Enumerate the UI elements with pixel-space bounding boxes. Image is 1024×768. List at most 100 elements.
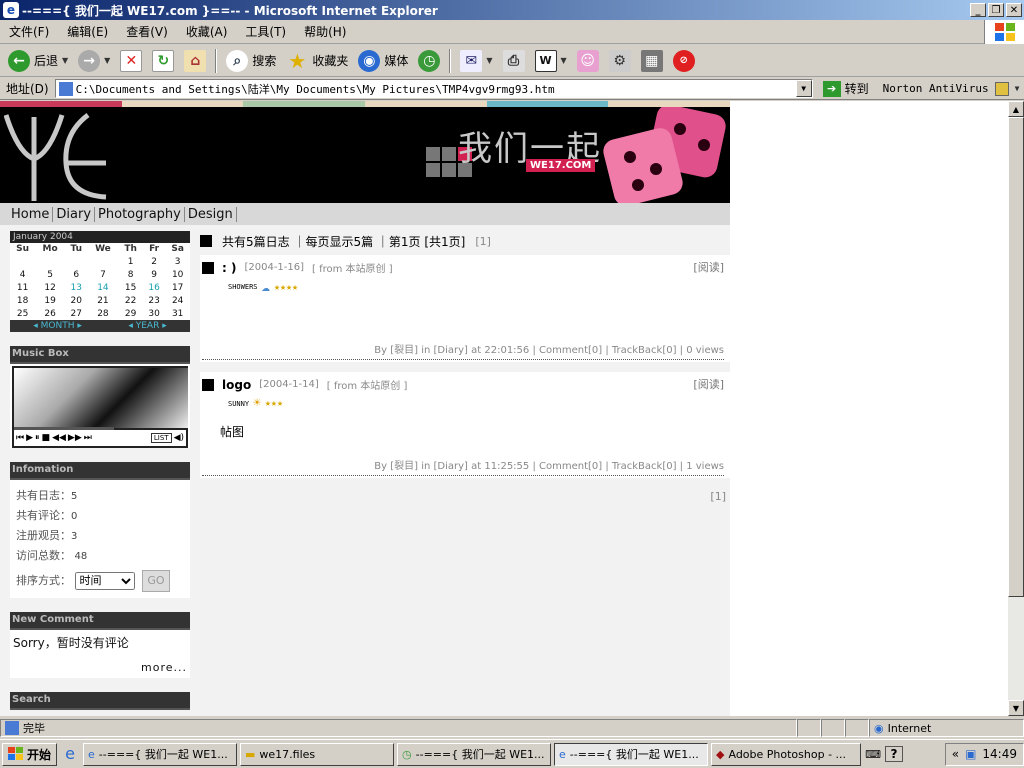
- menu-help[interactable]: 帮助(H): [295, 23, 355, 40]
- calendar-day[interactable]: 13: [65, 281, 88, 294]
- menu-edit[interactable]: 编辑(E): [58, 23, 117, 40]
- print-button[interactable]: ⎙: [499, 47, 529, 75]
- chevron-down-icon[interactable]: ▼: [1015, 84, 1020, 93]
- info-content: 共有日志：5 共有评论：0 注册观员：3 访问总数： 48 排序方式： 时间 G…: [10, 480, 190, 598]
- clock[interactable]: 14:49: [982, 747, 1017, 761]
- nav-diary[interactable]: Diary: [53, 206, 96, 222]
- pager-bottom[interactable]: [1]: [200, 490, 730, 503]
- chevron-down-icon[interactable]: ▼: [62, 56, 68, 65]
- search-icon: ⌕: [226, 49, 249, 72]
- menu-view[interactable]: 查看(V): [117, 23, 177, 40]
- chevron-down-icon[interactable]: ▼: [104, 56, 110, 65]
- search-button[interactable]: ⌕ 搜索: [222, 47, 280, 75]
- calendar-day: 29: [124, 308, 137, 319]
- vertical-scrollbar[interactable]: ▲ ▼: [1008, 101, 1024, 716]
- nav-design[interactable]: Design: [185, 206, 237, 222]
- forward-icon[interactable]: ▶▶: [68, 433, 82, 443]
- chevron-down-icon[interactable]: ▼: [561, 56, 567, 65]
- home-button[interactable]: ⌂: [180, 47, 210, 75]
- volume-icon[interactable]: ◀): [174, 433, 184, 443]
- pause-icon[interactable]: ⏸: [35, 433, 40, 443]
- next-icon[interactable]: ⏭: [84, 433, 92, 443]
- calendar-day[interactable]: 14: [88, 281, 119, 294]
- keyboard-icon[interactable]: ⌨: [864, 748, 882, 761]
- post-title[interactable]: : ): [222, 261, 236, 275]
- menu-tools[interactable]: 工具(T): [236, 23, 295, 40]
- calendar-day[interactable]: 16: [143, 281, 165, 294]
- maximize-button[interactable]: ❐: [988, 3, 1004, 17]
- chevron-down-icon[interactable]: ▼: [486, 56, 492, 65]
- play-icon[interactable]: ▶: [26, 433, 33, 443]
- calendar-day: 12: [44, 282, 56, 293]
- mail-button[interactable]: ✉ ▼: [456, 47, 496, 75]
- back-button[interactable]: ← 后退 ▼: [4, 47, 72, 75]
- start-button[interactable]: 开始: [2, 742, 58, 766]
- minimize-button[interactable]: _: [970, 3, 986, 17]
- menu-favorites[interactable]: 收藏(A): [177, 23, 237, 40]
- month-nav[interactable]: ◂ MONTH ▸: [33, 321, 82, 331]
- calendar-day: 28: [97, 308, 109, 319]
- post-source: [ from 本站原创 ]: [326, 381, 408, 392]
- no-comment-text: Sorry，暂时没有评论: [13, 636, 129, 650]
- popup-blocker-button[interactable]: ⊘: [669, 47, 699, 75]
- norton-antivirus-button[interactable]: Norton AntiVirus ▼: [883, 81, 1020, 96]
- favorites-button[interactable]: ★ 收藏夹: [282, 47, 352, 75]
- toolbar-separator: [449, 48, 452, 73]
- website: 我们一起 WE17.COM Home Diary Photography Des…: [0, 101, 731, 716]
- we-logo[interactable]: [4, 113, 108, 201]
- forward-button[interactable]: → ▼: [74, 47, 114, 75]
- sort-select[interactable]: 时间: [74, 571, 135, 590]
- history-button[interactable]: ◷: [414, 47, 444, 75]
- stop-icon[interactable]: ■: [42, 433, 51, 443]
- nav-home[interactable]: Home: [8, 206, 54, 222]
- close-button[interactable]: ✕: [1006, 3, 1022, 17]
- calendar: January 2004 Su Mo Tu We Th Fr Sa 1 2 3 4 5 6 7 8 9 10 1…: [10, 231, 190, 332]
- address-dropdown-button[interactable]: ▼: [795, 80, 812, 97]
- taskbar-item[interactable]: ◆ Adobe Photoshop - ...: [711, 742, 862, 766]
- messenger-button[interactable]: ☺: [573, 47, 603, 75]
- nav-photography[interactable]: Photography: [95, 206, 185, 222]
- stop-button[interactable]: ✕: [116, 47, 146, 75]
- scroll-up-button[interactable]: ▲: [1008, 101, 1024, 117]
- taskbar-item-active[interactable]: e --==={ 我们一起 WE1...: [554, 742, 709, 766]
- address-input[interactable]: C:\Documents and Settings\陆洋\My Document…: [54, 79, 813, 98]
- post-date: [2004-1-14]: [259, 379, 319, 390]
- plugin-button[interactable]: ▦: [637, 47, 667, 75]
- scroll-down-button[interactable]: ▼: [1008, 700, 1024, 716]
- list-button[interactable]: LIST: [150, 433, 172, 443]
- status-bar: 完毕 ◉ Internet: [0, 717, 1024, 739]
- list-header: 共有5篇日志 ｜每页显示5篇 ｜第1页 [共1页] [1]: [200, 231, 730, 251]
- scroll-thumb[interactable]: [1008, 117, 1024, 597]
- network-icon[interactable]: ▣: [965, 747, 976, 761]
- prev-icon[interactable]: ⏮: [16, 433, 24, 443]
- taskbar-item[interactable]: ▬ we17.files: [240, 742, 395, 766]
- taskbar-item[interactable]: ◷ --==={ 我们一起 WE1...: [397, 742, 552, 766]
- sort-go-button[interactable]: GO: [142, 570, 170, 592]
- menu-file[interactable]: 文件(F): [0, 23, 58, 40]
- calendar-day: 2: [151, 256, 157, 267]
- more-link[interactable]: more...: [13, 661, 187, 674]
- tray-expand-icon[interactable]: «: [952, 747, 959, 761]
- window-titlebar[interactable]: e --==={ 我们一起 WE17.com }==-- - Microsoft…: [0, 0, 1024, 20]
- mail-icon: ✉: [460, 49, 483, 72]
- calendar-day: 4: [19, 269, 26, 280]
- calendar-day-header: Tu: [70, 244, 82, 254]
- go-button[interactable]: ➔ 转到: [817, 80, 875, 97]
- rewind-icon[interactable]: ◀◀: [52, 433, 66, 443]
- media-button[interactable]: ◉ 媒体: [354, 47, 412, 75]
- help-icon[interactable]: ?: [885, 746, 904, 762]
- pager-top[interactable]: [1]: [475, 235, 491, 248]
- read-link[interactable]: [阅读]: [693, 259, 724, 275]
- taskbar-item[interactable]: e --==={ 我们一起 WE1...: [83, 742, 238, 766]
- visits-count: 48: [74, 551, 88, 562]
- security-zone[interactable]: ◉ Internet: [869, 719, 1024, 737]
- refresh-button[interactable]: ↻: [148, 47, 178, 75]
- read-link[interactable]: [阅读]: [693, 376, 724, 392]
- edit-button[interactable]: W ▼: [531, 47, 571, 75]
- ie-quicklaunch-icon[interactable]: e: [60, 744, 80, 764]
- year-nav[interactable]: ◂ YEAR ▸: [128, 321, 166, 331]
- post-title[interactable]: logo: [222, 378, 251, 392]
- calendar-day: 9: [151, 269, 157, 280]
- tools-button[interactable]: ⚙: [605, 47, 635, 75]
- rain-cloud-icon: ☁: [261, 279, 270, 295]
